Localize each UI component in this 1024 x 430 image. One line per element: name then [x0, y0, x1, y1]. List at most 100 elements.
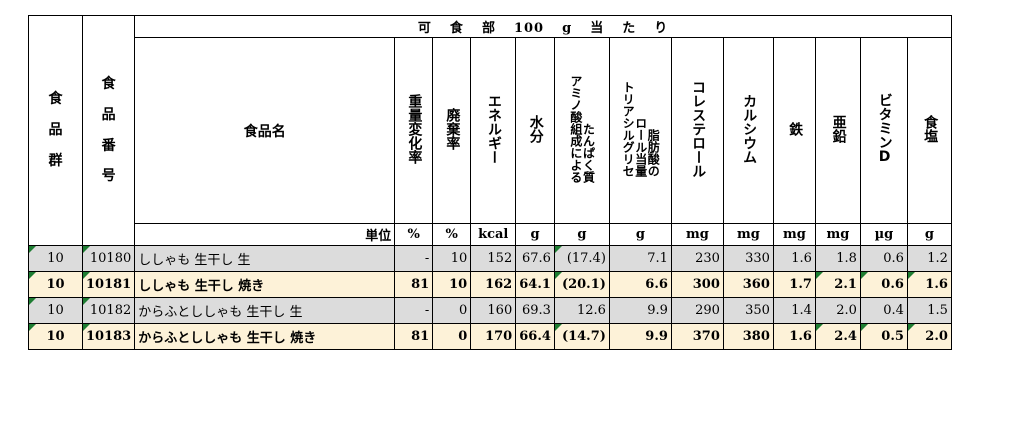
title-char: 食 — [449, 21, 464, 36]
nutrient-value-cell: 12.6 — [553, 297, 610, 324]
nutrient-value-cell: 0.6 — [859, 271, 908, 298]
column-header: 亜鉛 — [814, 37, 861, 224]
column-header-label: 重量変化率 — [406, 93, 423, 164]
title-char: g — [562, 21, 573, 36]
column-header-label: 脂肪酸の — [646, 128, 661, 177]
per-100g-title: 可 食 部 100 g 当 た り — [134, 15, 952, 38]
column-header-label: トリアシルグリセ — [621, 80, 636, 177]
column-header-label: コレステロール — [690, 79, 707, 178]
nutrient-value-cell: 9.9 — [608, 297, 672, 324]
column-header-label: アミノ酸組成による — [568, 74, 583, 183]
nutrient-value-cell: 230 — [670, 245, 724, 272]
column-header-label: たんぱく質 — [581, 122, 596, 183]
nutrient-value-cell: 81 — [394, 271, 434, 298]
food-name-label: 食品名 — [243, 123, 286, 140]
nutrient-value-cell: 69.3 — [515, 297, 555, 324]
unit-cell: % — [432, 223, 472, 246]
food-number-cell: 10180 — [81, 245, 136, 272]
food-group-cell: 10 — [28, 245, 83, 272]
table-row: 10 10180 ししゃも 生干し 生 -10 152 67.6 (17.4) 7.1 230 3… — [28, 245, 952, 272]
nutrient-value-cell: (17.4) — [553, 245, 610, 272]
unit-cell: g — [553, 223, 610, 246]
food-name-cell: ししゃも 生干し 焼き — [134, 271, 396, 298]
food-group-cell: 10 — [28, 297, 83, 324]
nutrient-value-cell: 9.9 — [608, 323, 672, 350]
nutrient-value-cell: 6.6 — [608, 271, 672, 298]
nutrient-value-cell: 0.5 — [859, 323, 908, 350]
unit-cell: mg — [814, 223, 861, 246]
nutrient-value-cell: 370 — [670, 323, 724, 350]
nutrient-value-cell: 7.1 — [608, 245, 672, 272]
column-header: コレステロール — [670, 37, 724, 224]
nutrient-value-cell: 1.4 — [772, 297, 816, 324]
nutrient-value-cell: - — [394, 245, 434, 272]
food-group-label: 食品群 — [48, 91, 63, 169]
nutrient-value-cell: 152 — [470, 245, 517, 272]
unit-label: 単位 — [134, 223, 396, 246]
unit-cell: µg — [859, 223, 908, 246]
food-number-label: 食品番号 — [101, 75, 116, 185]
nutrient-value-cell: 2.0 — [814, 297, 861, 324]
nutrient-value-cell: 0.6 — [859, 245, 908, 272]
nutrient-value-cell: 380 — [722, 323, 774, 350]
unit-cell: g — [608, 223, 672, 246]
column-header-label: 鉄 — [787, 121, 804, 136]
column-header: 鉄 — [772, 37, 816, 224]
column-header: 水分 — [515, 37, 555, 224]
unit-cell: g — [515, 223, 555, 246]
unit-cell: g — [906, 223, 952, 246]
nutrient-value-cell: 2.4 — [814, 323, 861, 350]
nutrient-value-cell: 1.6 — [772, 323, 816, 350]
nutrient-value-cell: 2.0 — [906, 323, 952, 350]
food-number-header: 食品番号 — [81, 15, 136, 246]
nutrient-value-cell: 1.8 — [814, 245, 861, 272]
food-number-cell: 10183 — [81, 323, 136, 350]
nutrient-value-cell: 330 — [722, 245, 774, 272]
column-header: 食塩 — [906, 37, 952, 224]
column-header: トリアシルグリセロール当量脂肪酸の — [608, 37, 672, 224]
title-char: 100 — [513, 21, 545, 36]
column-header-label: カルシウム — [741, 93, 758, 164]
nutrient-value-cell: 1.2 — [906, 245, 952, 272]
nutrient-value-cell: 67.6 — [515, 245, 555, 272]
nutrient-value-cell: 10 — [432, 271, 472, 298]
unit-cell: kcal — [470, 223, 517, 246]
nutrient-value-cell: 170 — [470, 323, 517, 350]
table-row: 10 10182 からふとししゃも 生干し 生 -0 160 69.3 12.6 9.9 290… — [28, 297, 952, 324]
nutrient-value-cell: 160 — [470, 297, 517, 324]
food-group-cell: 10 — [28, 271, 83, 298]
nutrient-value-cell: 81 — [394, 323, 434, 350]
title-char: 部 — [481, 21, 496, 36]
nutrient-value-cell: 2.1 — [814, 271, 861, 298]
nutrient-value-cell: 290 — [670, 297, 724, 324]
column-header-label: 廃棄率 — [444, 107, 461, 150]
nutrient-value-cell: 360 — [722, 271, 774, 298]
nutrient-value-cell: - — [394, 297, 434, 324]
column-header: アミノ酸組成によるたんぱく質 — [553, 37, 610, 224]
column-header: 廃棄率 — [432, 37, 472, 224]
unit-cell: mg — [670, 223, 724, 246]
food-group-cell: 10 — [28, 323, 83, 350]
nutrient-value-cell: 162 — [470, 271, 517, 298]
nutrient-value-cell: 0 — [432, 323, 472, 350]
table-row: 10 10181 ししゃも 生干し 焼き 81 10 162 64.1 (20.1) 6.6 30… — [28, 271, 952, 298]
nutrient-value-cell: 1.7 — [772, 271, 816, 298]
title-char: 可 — [417, 21, 432, 36]
nutrient-value-cell: 1.5 — [906, 297, 952, 324]
food-number-cell: 10182 — [81, 297, 136, 324]
nutrient-value-cell: (14.7) — [553, 323, 610, 350]
nutrient-value-cell: 350 — [722, 297, 774, 324]
column-header-label: 水分 — [527, 114, 544, 143]
nutrient-value-cell: 0 — [432, 297, 472, 324]
column-header: ビタミンD — [859, 37, 908, 224]
column-header: 重量変化率 — [394, 37, 434, 224]
nutrient-value-cell: 64.1 — [515, 271, 555, 298]
unit-cell: mg — [722, 223, 774, 246]
table-row: 10 10183 からふとししゃも 生干し 焼き 81 0 170 66.4 (14.7) 9.… — [28, 323, 952, 350]
food-number-cell: 10181 — [81, 271, 136, 298]
food-name-cell: からふとししゃも 生干し 焼き — [134, 323, 396, 350]
food-group-header: 食品群 — [28, 15, 83, 246]
column-header-label: エネルギー — [485, 93, 502, 164]
column-header: カルシウム — [722, 37, 774, 224]
title-char: り — [654, 21, 669, 36]
